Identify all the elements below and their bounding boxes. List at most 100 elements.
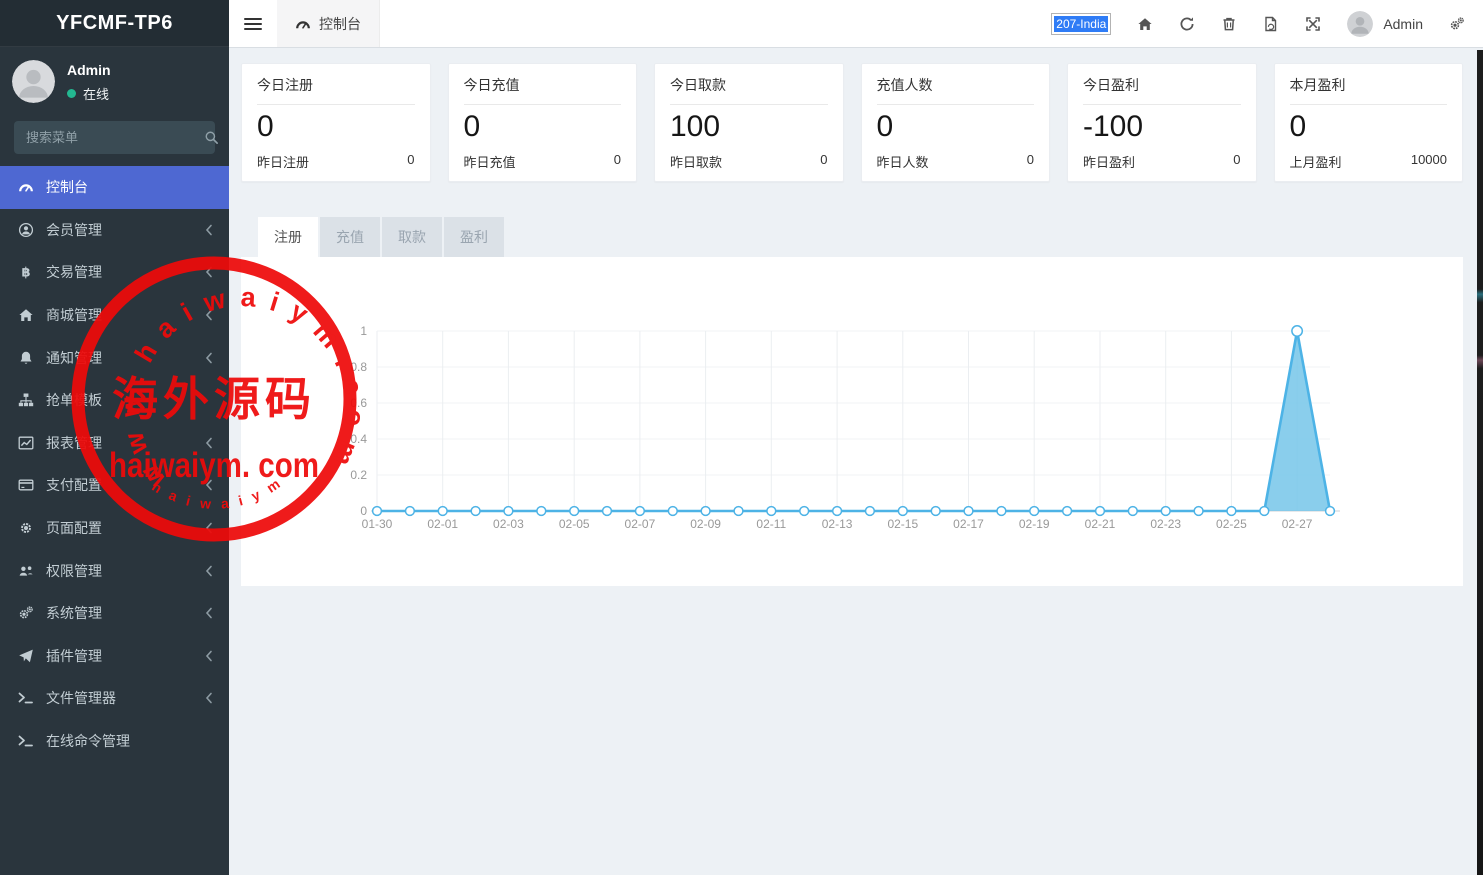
divider [257,104,415,105]
sidebar-item[interactable]: 抢单模板 [0,379,229,422]
navbar-user-menu[interactable]: Admin [1347,11,1423,37]
server-select-input[interactable]: 207-India [1051,13,1111,35]
stat-card: 今日注册0昨日注册0 [241,63,431,182]
gears-icon[interactable] [1449,16,1465,32]
sidebar-item-label: 通知管理 [46,348,195,368]
sidebar-search [14,121,215,154]
svg-text:01-30: 01-30 [362,517,393,531]
sidebar-toggle-button[interactable] [229,0,277,47]
svg-text:0.2: 0.2 [350,468,367,482]
clear-cache-icon[interactable] [1263,16,1279,32]
chart-panel: 00.20.40.60.8101-3002-0102-0302-0502-070… [241,257,1463,586]
stat-card: 今日充值0昨日充值0 [448,63,638,182]
chart-tab[interactable]: 盈利 [444,217,504,257]
fullscreen-icon[interactable] [1305,16,1321,32]
navtab-label: 控制台 [319,14,361,34]
svg-text:02-05: 02-05 [559,517,590,531]
payment-card-icon [16,477,36,493]
sidebar-item[interactable]: 系统管理 [0,592,229,635]
member-icon [16,222,36,238]
svg-text:฿: ฿ [21,265,30,280]
right-edge-strip [1477,50,1483,875]
sidebar-item[interactable]: 报表管理 [0,422,229,465]
user-status: 在线 [67,84,111,103]
sidebar-item[interactable]: 商城管理 [0,294,229,337]
svg-text:02-21: 02-21 [1085,517,1116,531]
stat-card: 今日取款100昨日取款0 [654,63,844,182]
svg-text:02-09: 02-09 [690,517,721,531]
sidebar-item-label: 系统管理 [46,603,195,623]
sitemap-icon [16,392,36,408]
bell-icon [16,350,36,366]
stat-card-title: 充值人数 [877,75,1035,95]
search-input[interactable] [24,129,204,146]
sidebar-item-label: 交易管理 [46,262,195,282]
stat-card-footer-label: 上月盈利 [1290,152,1342,171]
stat-card-title: 今日注册 [257,75,415,95]
sidebar-item[interactable]: 支付配置 [0,464,229,507]
sidebar: YFCMF-TP6 Admin 在线 控制台会员管理 ฿ 交易管理商城管理通知管理抢… [0,0,229,875]
chevron-left-icon [205,479,213,491]
stat-card-title: 今日充值 [464,75,622,95]
search-icon[interactable] [204,130,219,145]
sidebar-item-label: 报表管理 [46,433,195,453]
dashboard-icon [295,16,311,32]
svg-text:02-19: 02-19 [1019,517,1050,531]
home-icon [16,307,36,323]
svg-text:0: 0 [360,504,367,518]
svg-text:02-03: 02-03 [493,517,524,531]
sidebar-item[interactable]: 文件管理器 [0,677,229,720]
svg-text:02-11: 02-11 [756,517,786,531]
tab-console[interactable]: 控制台 [277,0,380,47]
gear-icon [16,520,36,536]
svg-text:0.8: 0.8 [350,360,367,374]
stat-card-footer-value: 0 [1233,152,1240,171]
trash-icon[interactable] [1221,16,1237,32]
sidebar-item-label: 插件管理 [46,646,195,666]
stat-card-footer-value: 0 [407,152,414,171]
sidebar-item-label: 支付配置 [46,475,195,495]
stat-card-footer-value: 10000 [1411,152,1447,171]
stat-card-title: 今日盈利 [1083,75,1241,95]
sidebar-item[interactable]: 插件管理 [0,635,229,678]
svg-text:02-27: 02-27 [1282,517,1313,531]
stat-card-footer-value: 0 [1027,152,1034,171]
sidebar-item-label: 抢单模板 [46,390,215,410]
home-icon[interactable] [1137,16,1153,32]
sidebar-item-label: 商城管理 [46,305,195,325]
sidebar-item[interactable]: 会员管理 [0,209,229,252]
divider [464,104,622,105]
brand-title: YFCMF-TP6 [56,12,173,35]
avatar [12,60,55,103]
svg-text:1: 1 [360,324,367,338]
svg-text:02-15: 02-15 [887,517,918,531]
chevron-left-icon [205,650,213,662]
svg-text:02-23: 02-23 [1150,517,1181,531]
sidebar-item[interactable]: 在线命令管理 [0,720,229,763]
user-panel: Admin 在线 [0,47,229,113]
refresh-icon[interactable] [1179,16,1195,32]
sidebar-item-label: 在线命令管理 [46,731,215,751]
server-input-value: 207-India [1054,16,1108,32]
sidebar-item[interactable]: 控制台 [0,166,229,209]
sidebar-menu: 控制台会员管理 ฿ 交易管理商城管理通知管理抢单模板报表管理支付配置页面配置权限管理… [0,166,229,762]
chart-tab[interactable]: 充值 [320,217,380,257]
paper-plane-icon [16,648,36,664]
sidebar-item-label: 权限管理 [46,561,195,581]
chevron-left-icon [205,437,213,449]
divider [877,104,1035,105]
user-status-label: 在线 [83,84,109,103]
chart-tab[interactable]: 取款 [382,217,442,257]
sidebar-item[interactable]: 页面配置 [0,507,229,550]
sidebar-item[interactable]: ฿ 交易管理 [0,251,229,294]
chevron-left-icon [205,522,213,534]
sidebar-item[interactable]: 通知管理 [0,336,229,379]
stat-card-value: 100 [670,109,828,145]
chevron-left-icon [205,224,213,236]
divider [670,104,828,105]
stat-card-footer-label: 昨日取款 [670,152,722,171]
svg-text:02-25: 02-25 [1216,517,1247,531]
sidebar-item[interactable]: 权限管理 [0,549,229,592]
chart-tab[interactable]: 注册 [258,217,318,257]
chevron-left-icon [205,352,213,364]
